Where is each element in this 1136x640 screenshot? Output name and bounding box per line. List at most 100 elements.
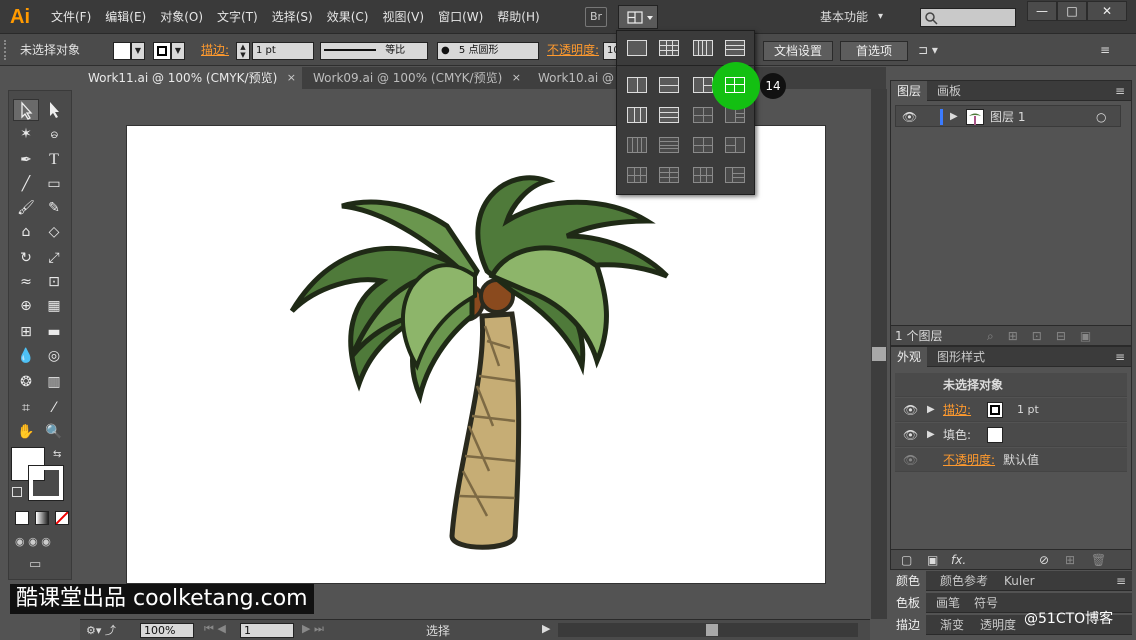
arrange-6up-mixed-icon[interactable] <box>725 167 745 183</box>
fx-icon[interactable]: fx. <box>951 550 966 570</box>
horizontal-scrollbar[interactable] <box>558 623 858 637</box>
column-graph-tool-icon[interactable]: ▥ <box>41 371 67 393</box>
arrange-5up-icon[interactable] <box>693 137 713 153</box>
gradient-tool-icon[interactable]: ▬ <box>41 321 67 343</box>
tab-appearance[interactable]: 外观 <box>891 347 928 367</box>
click-highlight[interactable] <box>712 62 760 110</box>
eyedropper-tool-icon[interactable]: 💧 <box>13 345 39 367</box>
fill-swatch[interactable] <box>987 427 1003 443</box>
magic-wand-tool-icon[interactable]: ✶ <box>13 123 39 145</box>
tab-layers[interactable]: 图层 <box>891 81 928 101</box>
arrange-2up-horizontal-icon[interactable] <box>659 77 679 93</box>
tab-swatches[interactable]: 色板 <box>890 593 927 613</box>
scrollbar-thumb[interactable] <box>706 624 718 636</box>
duplicate-item-icon[interactable]: ⊞ <box>1065 550 1075 570</box>
artboard-nav-next-last-icon[interactable]: ▶ ⏭ <box>302 622 324 636</box>
pencil-tool-icon[interactable]: ✎ <box>41 197 67 219</box>
menu-type[interactable]: 文字(T) <box>210 0 265 34</box>
tab-transparency[interactable]: 透明度 <box>974 615 1022 635</box>
tab-color[interactable]: 颜色 <box>890 571 927 591</box>
menu-select[interactable]: 选择(S) <box>265 0 320 34</box>
arrange-6up-grid-icon[interactable] <box>693 167 713 183</box>
eye-icon[interactable]: 👁 <box>903 423 918 447</box>
close-icon[interactable]: × <box>287 67 296 89</box>
drawing-modes-icon[interactable]: ◉ ◉ ◉ <box>15 535 69 549</box>
paintbrush-tool-icon[interactable]: 🖌 <box>13 197 39 219</box>
eye-icon[interactable]: 👁 <box>903 448 918 472</box>
arrange-tile-grid-icon[interactable] <box>659 40 679 56</box>
direct-selection-tool-icon[interactable] <box>41 99 67 121</box>
tab-graphic-styles[interactable]: 图形样式 <box>931 347 991 367</box>
vertical-scrollbar[interactable] <box>871 89 887 619</box>
tab-color-guide[interactable]: 颜色参考 <box>934 571 994 591</box>
tab-stroke[interactable]: 描边 <box>890 615 927 635</box>
delete-item-icon[interactable]: 🗑 <box>1091 550 1106 570</box>
artboard-number-input[interactable]: 1 <box>240 623 294 638</box>
menu-object[interactable]: 对象(O) <box>153 0 210 34</box>
stroke-swatch[interactable] <box>987 402 1003 418</box>
opacity-label-link[interactable]: 不透明度: <box>547 34 599 66</box>
menu-window[interactable]: 窗口(W) <box>431 0 490 34</box>
scale-tool-icon[interactable]: ⤢ <box>41 247 67 269</box>
zoom-input[interactable]: 100% <box>140 623 194 638</box>
stroke-label-link[interactable]: 描边: <box>943 398 971 422</box>
stroke-color-box[interactable] <box>28 465 64 501</box>
expand-triangle-icon[interactable]: ▶ <box>950 106 958 128</box>
opacity-input[interactable]: 10 <box>603 42 620 60</box>
arrange-5up-mixed-icon[interactable] <box>725 137 745 153</box>
document-setup-button[interactable]: 文档设置 <box>763 41 833 61</box>
appearance-opacity-row[interactable]: 👁 不透明度: 默认值 <box>895 448 1127 472</box>
opacity-label-link[interactable]: 不透明度: <box>943 448 995 472</box>
perspective-grid-tool-icon[interactable]: ▦ <box>41 295 67 317</box>
expand-triangle-icon[interactable]: ▶ <box>927 398 935 422</box>
menu-view[interactable]: 视图(V) <box>375 0 431 34</box>
screen-mode-icon[interactable]: ▭ <box>29 557 49 573</box>
menu-help[interactable]: 帮助(H) <box>490 0 546 34</box>
arrange-6up-horizontal-icon[interactable] <box>659 167 679 183</box>
add-fill-icon[interactable]: ▣ <box>927 550 938 570</box>
tab-gradient[interactable]: 渐变 <box>934 615 970 635</box>
appearance-fill-row[interactable]: 👁 ▶ 填色: <box>895 423 1127 447</box>
target-circle-icon[interactable]: ○ <box>1096 106 1106 128</box>
panel-menu-icon[interactable]: ≡ <box>1116 571 1126 591</box>
minimize-button[interactable]: — <box>1027 1 1057 21</box>
slice-tool-icon[interactable]: ⁄ <box>41 397 67 419</box>
symbol-sprayer-tool-icon[interactable]: ❂ <box>13 371 39 393</box>
menu-file[interactable]: 文件(F) <box>44 0 98 34</box>
bridge-button[interactable]: Br <box>585 7 607 27</box>
lasso-tool-icon[interactable]: ဓ <box>41 123 67 145</box>
tab-work11[interactable]: Work11.ai @ 100% (CMYK/预览) × <box>80 67 302 89</box>
restore-button[interactable]: □ <box>1057 1 1087 21</box>
zoom-tool-icon[interactable]: 🔍 <box>41 421 67 443</box>
mesh-tool-icon[interactable]: ⊞ <box>13 321 39 343</box>
arrange-4up-grid-icon[interactable] <box>693 107 713 123</box>
arrange-4up-vertical-icon[interactable] <box>627 137 647 153</box>
stroke-label-link[interactable]: 描边: <box>201 34 229 66</box>
scrollbar-thumb[interactable] <box>872 347 886 361</box>
menu-edit[interactable]: 编辑(E) <box>98 0 153 34</box>
workspace-switcher[interactable]: 基本功能 ▾ <box>820 8 883 25</box>
brush-dropdown[interactable]: ● 5 点圆形 <box>437 42 539 60</box>
tab-work10[interactable]: Work10.ai @ 10 <box>530 67 616 107</box>
canvas-area[interactable] <box>80 89 886 619</box>
rotate-tool-icon[interactable]: ↻ <box>13 247 39 269</box>
panel-menu-icon[interactable]: ≡ <box>1115 81 1125 101</box>
artboard-nav-first-prev-icon[interactable]: ⏮ ◀ <box>204 622 226 636</box>
artboard-tool-icon[interactable]: ⌗ <box>13 397 39 419</box>
arrange-3up-horizontal-icon[interactable] <box>659 107 679 123</box>
blend-tool-icon[interactable]: ◎ <box>41 345 67 367</box>
close-icon[interactable]: × <box>512 67 521 89</box>
fill-dropdown-icon[interactable]: ▼ <box>131 42 145 60</box>
panel-menu-icon[interactable]: ≡ <box>1100 43 1120 59</box>
gradient-mode-icon[interactable] <box>35 511 49 525</box>
arrange-6up-vertical-icon[interactable] <box>627 167 647 183</box>
warp-tool-icon[interactable]: ≈ <box>13 271 39 293</box>
free-transform-tool-icon[interactable]: ⊡ <box>41 271 67 293</box>
stroke-swatch[interactable] <box>153 42 171 60</box>
type-tool-icon[interactable]: T <box>41 149 67 171</box>
shape-builder-tool-icon[interactable]: ⊕ <box>13 295 39 317</box>
line-tool-icon[interactable]: ╱ <box>13 173 39 195</box>
expand-triangle-icon[interactable]: ▶ <box>927 423 935 447</box>
arrange-4up-horizontal-icon[interactable] <box>659 137 679 153</box>
eye-icon[interactable]: 👁 <box>902 106 917 128</box>
